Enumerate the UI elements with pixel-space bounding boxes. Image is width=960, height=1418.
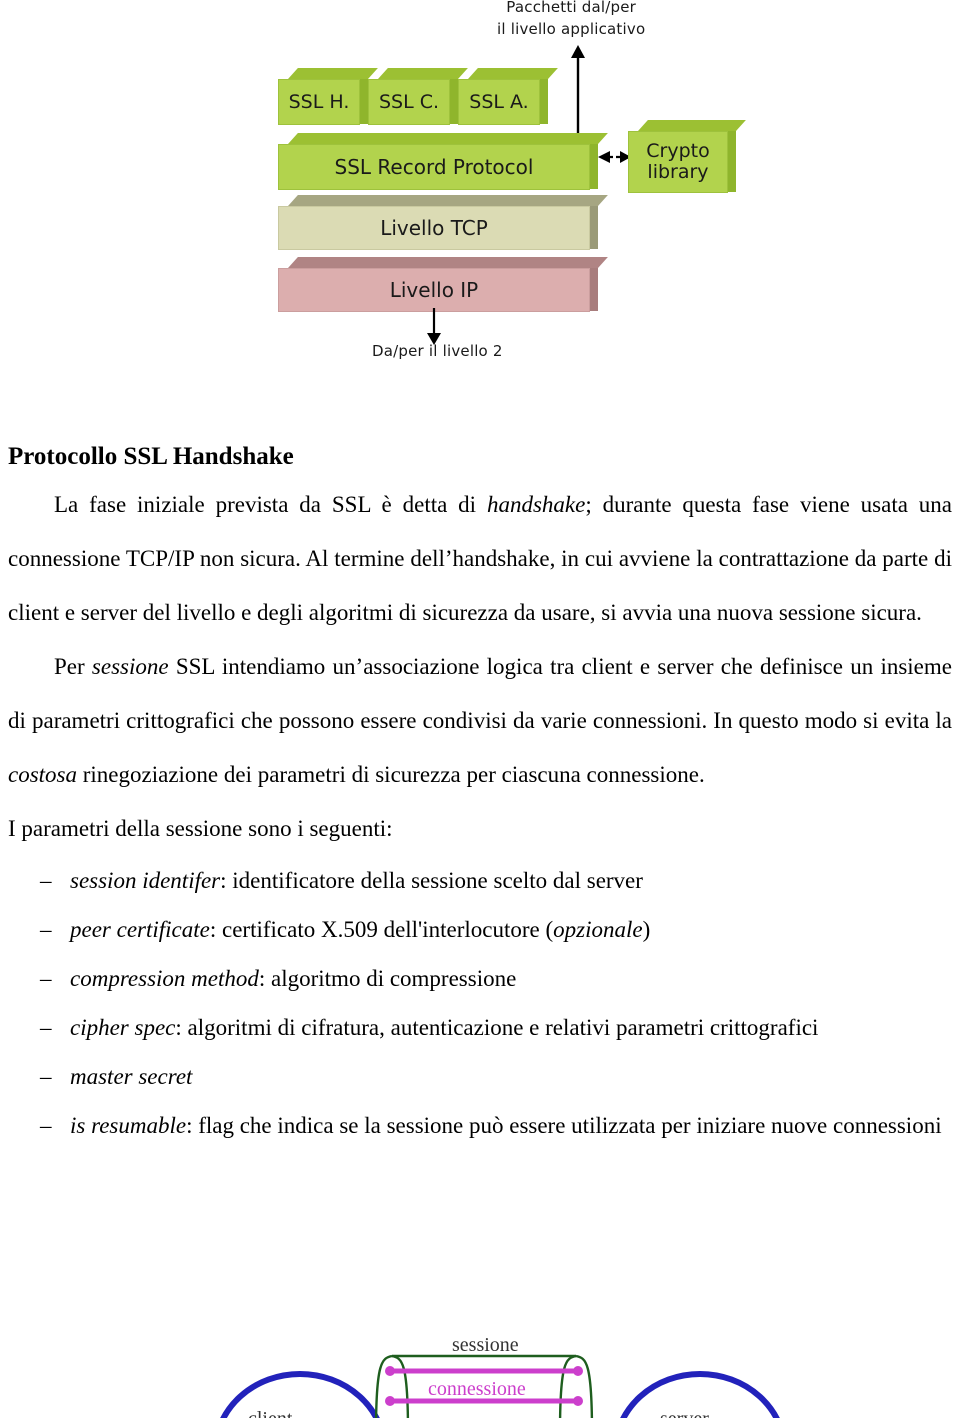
client-arc xyxy=(220,1371,380,1418)
list-item: – compression method: algoritmo di compr… xyxy=(40,954,952,1003)
sessione-label: sessione xyxy=(452,1334,519,1356)
ssl-h-box: SSL H. xyxy=(278,68,378,125)
connection-endpoint xyxy=(573,1366,583,1376)
packets-label: Pacchetti dal/per il livello applicativo xyxy=(497,0,645,40)
session-connection-diagram: sessione connessione client server xyxy=(0,1322,960,1418)
link-layer-arrow xyxy=(427,308,441,345)
param-desc: : flag che indica se la sessione può ess… xyxy=(186,1113,942,1138)
ip-layer-label: Livello IP xyxy=(278,268,590,312)
ssl-record-protocol-label: SSL Record Protocol xyxy=(278,144,590,190)
param-desc: : identificatore della sessione scelto d… xyxy=(220,868,643,893)
ssl-c-box: SSL C. xyxy=(368,68,468,125)
bullet-dash: – xyxy=(40,1064,52,1089)
param-desc-emph: opzionale xyxy=(553,917,643,942)
param-desc-tail: ) xyxy=(642,917,651,942)
list-item: – master secret xyxy=(40,1052,952,1101)
link-layer-label: Da/per il livello 2 xyxy=(372,342,503,360)
bullet-dash: – xyxy=(40,1113,52,1138)
list-item: – peer certificate: certificato X.509 de… xyxy=(40,905,952,954)
bullet-dash: – xyxy=(40,1015,52,1040)
param-term: master secret xyxy=(70,1064,193,1089)
crypto-library-line2: library xyxy=(647,161,709,183)
p1-part-a: La fase iniziale prevista da SSL è detta… xyxy=(54,492,487,517)
param-term: cipher spec xyxy=(70,1015,176,1040)
connection-endpoint xyxy=(573,1396,583,1406)
crypto-library-box: Crypto library xyxy=(628,120,746,193)
ssl-a-label: SSL A. xyxy=(458,79,540,125)
crypto-link-arrow xyxy=(598,151,631,163)
ssl-c-label: SSL C. xyxy=(368,79,450,125)
session-parameters-list: – session identifer: identificatore dell… xyxy=(0,856,960,1150)
param-term: peer certificate xyxy=(70,917,210,942)
list-item: – is resumable: flag che indica se la se… xyxy=(40,1101,952,1150)
paragraph-sessione: Per sessione SSL intendiamo un’associazi… xyxy=(8,640,952,802)
ssl-stack-diagram: Pacchetti dal/per il livello applicativo… xyxy=(0,0,960,400)
connection-endpoint xyxy=(385,1366,395,1376)
param-term: session identifer xyxy=(70,868,221,893)
client-label: client xyxy=(248,1408,292,1418)
tcp-layer-label: Livello TCP xyxy=(278,206,590,250)
connection-endpoint xyxy=(385,1396,395,1406)
p2-part-c: rinegoziazione dei parametri di sicurezz… xyxy=(77,762,705,787)
packets-label-line1: Pacchetti dal/per xyxy=(506,0,637,16)
p2-emph-sessione: sessione xyxy=(91,654,169,679)
packets-label-line2: il livello applicativo xyxy=(497,20,646,38)
param-term: compression method xyxy=(70,966,259,991)
ssl-a-box: SSL A. xyxy=(458,68,558,125)
ssl-record-protocol-box: SSL Record Protocol xyxy=(278,133,608,190)
bullet-dash: – xyxy=(40,868,52,893)
tcp-layer-box: Livello TCP xyxy=(278,195,608,250)
session-brace-right xyxy=(575,1354,594,1418)
p1-emph-handshake: handshake xyxy=(486,492,586,517)
session-brace-left-inner xyxy=(391,1354,410,1418)
bullet-dash: – xyxy=(40,966,52,991)
list-item: – cipher spec: algoritmi di cifratura, a… xyxy=(40,1003,952,1052)
session-brace-left xyxy=(374,1354,393,1418)
param-desc: : certificato X.509 dell'interlocutore ( xyxy=(209,917,554,942)
bullet-dash: – xyxy=(40,917,52,942)
connessione-label: connessione xyxy=(428,1378,526,1400)
param-desc: : algoritmi di cifratura, autenticazione… xyxy=(175,1015,819,1040)
list-item: – session identifer: identificatore dell… xyxy=(40,856,952,905)
p2-emph-costosa: costosa xyxy=(8,762,77,787)
page-title: Protocollo SSL Handshake xyxy=(8,443,294,470)
ip-layer-box: Livello IP xyxy=(278,257,608,312)
ssl-h-label: SSL H. xyxy=(278,79,360,125)
paragraph-handshake: La fase iniziale prevista da SSL è detta… xyxy=(8,478,952,640)
server-label: server xyxy=(660,1408,709,1418)
document-body: Protocollo SSL Handshake La fase inizial… xyxy=(0,440,960,1150)
session-brace-right-inner xyxy=(558,1354,577,1418)
param-desc: : algoritmo di compressione xyxy=(258,966,517,991)
p2-part-a: Per xyxy=(54,654,92,679)
crypto-library-line1: Crypto xyxy=(646,140,710,162)
paragraph-params-intro: I parametri della sessione sono i seguen… xyxy=(8,816,393,841)
param-term: is resumable xyxy=(70,1113,187,1138)
